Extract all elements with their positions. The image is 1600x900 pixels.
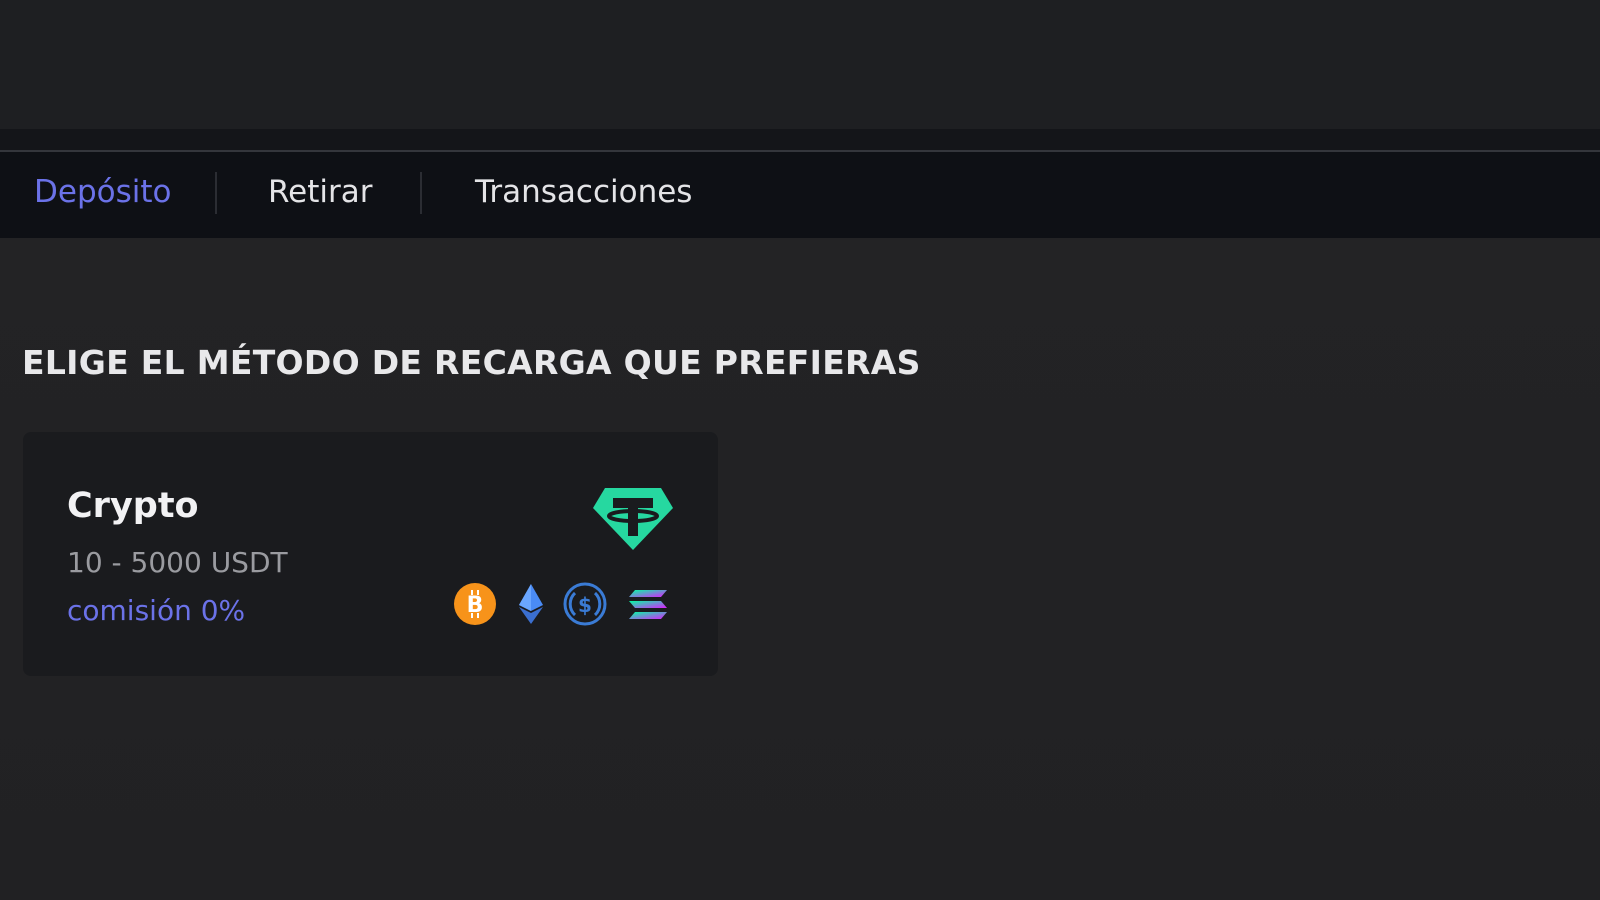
top-header <box>0 0 1600 129</box>
header-separator <box>0 129 1600 152</box>
svg-text:$: $ <box>578 593 592 617</box>
method-title: Crypto <box>67 486 199 526</box>
section-title: ELIGE EL MÉTODO DE RECARGA QUE PREFIERAS <box>22 343 921 382</box>
tab-divider <box>215 172 217 214</box>
tether-icon <box>593 488 673 550</box>
usdc-icon: $ <box>563 582 607 626</box>
wallet-tabs: Depósito Retirar Transacciones <box>0 152 1600 238</box>
crypto-method-card[interactable]: Crypto 10 - 5000 USDT comisión 0% B $ <box>23 432 718 676</box>
tab-deposito[interactable]: Depósito <box>34 174 171 210</box>
ethereum-icon <box>519 584 543 624</box>
method-fee: comisión 0% <box>67 594 246 627</box>
solana-icon <box>629 590 667 619</box>
supported-coins: B $ <box>453 582 683 628</box>
tab-transacciones[interactable]: Transacciones <box>475 174 692 210</box>
tab-retirar[interactable]: Retirar <box>268 174 372 210</box>
deposit-main: ELIGE EL MÉTODO DE RECARGA QUE PREFIERAS… <box>0 238 1600 900</box>
bitcoin-icon: B <box>454 583 496 625</box>
tab-divider <box>420 172 422 214</box>
method-range: 10 - 5000 USDT <box>67 546 288 579</box>
svg-text:B: B <box>467 593 484 618</box>
